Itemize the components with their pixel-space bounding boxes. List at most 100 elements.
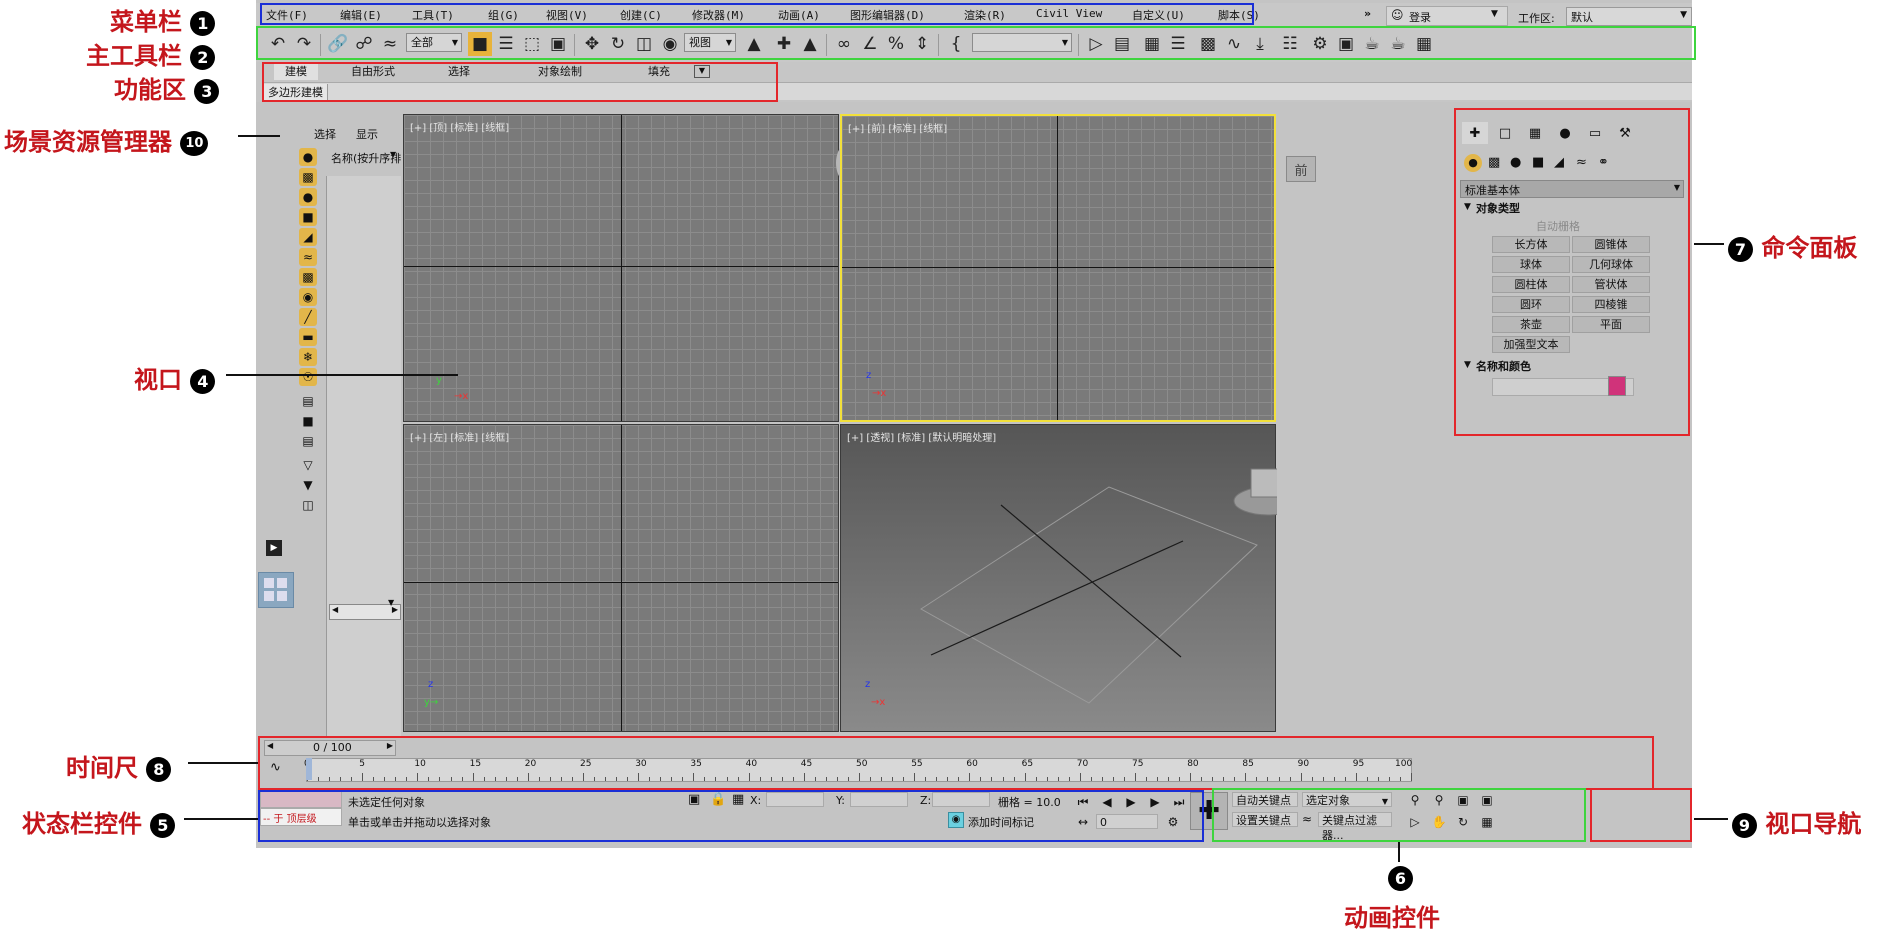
annotation-number: 2 (190, 45, 216, 70)
annotation-text: 场景资源管理器 (4, 127, 172, 156)
layout-cell (277, 591, 287, 601)
grid-axis-x (842, 267, 1274, 268)
viewport-label[interactable]: [+] [前] [标准] [线框] (848, 120, 947, 135)
annotation-text: 主工具栏 (86, 41, 182, 70)
annotation-text: 动画控件 (1344, 903, 1440, 932)
perspective-grid (920, 468, 1277, 704)
annotation-text: 视口导航 (1765, 809, 1862, 838)
annotation-number: 10 (180, 131, 209, 156)
chevron-down-icon: ▼ (1491, 9, 1498, 19)
layout-cell (277, 578, 287, 588)
viewcube[interactable]: 前 (1286, 156, 1316, 182)
workspace-label: 工作区: (1518, 12, 1555, 25)
light-filter-icon[interactable]: ● (299, 188, 317, 206)
viewport-left[interactable]: [+] [左] [标准] [线框] 左 z y→ (403, 424, 878, 732)
annotation-number: 8 (146, 757, 172, 782)
viewport-navigation-highlight (1590, 788, 1692, 842)
display-none-icon[interactable]: ■ (299, 412, 317, 430)
menu-expand-button[interactable]: » (1364, 7, 1371, 20)
display-invert-icon[interactable]: ▤ (299, 432, 317, 450)
layout-cell (264, 578, 274, 588)
login-dropdown[interactable]: ☺ 登录 ▼ (1386, 6, 1508, 26)
space-warp-filter-icon[interactable]: ≈ (299, 248, 317, 266)
annotation-text: 视口 (134, 365, 182, 394)
camera-filter-icon[interactable]: ■ (299, 208, 317, 226)
annotation-scene-explorer: 场景资源管理器 10 (4, 122, 209, 157)
grid-axis-y (621, 425, 622, 731)
scene-explorer: 选择 显示 ▼ ● ▩ ● ■ ◢ ≈ ▩ ◉ ╱ ▬ ❄ ☉ ▤ ■ ▤ ▽ … (258, 114, 402, 736)
annotation-leader-line (1398, 842, 1400, 862)
axis-tripod-icon: z (865, 679, 871, 690)
menu-bar-highlight (260, 3, 1254, 25)
annotation-leader-line (184, 818, 258, 820)
annotation-leader-line (188, 762, 258, 764)
annotation-text: 功能区 (114, 75, 186, 104)
explorer-tab-display[interactable]: 显示 (356, 126, 378, 142)
annotation-number: 7 (1728, 237, 1753, 262)
frozen-filter-icon[interactable]: ❄ (299, 348, 317, 366)
viewport-label[interactable]: [+] [顶] [标准] [线框] (410, 119, 509, 134)
command-panel-highlight (1454, 108, 1690, 436)
toolbar-highlight (256, 26, 1696, 60)
annotation-viewport: 视口 4 (134, 360, 216, 395)
annotation-text: 命令面板 (1761, 233, 1858, 262)
annotation-number: 9 (1732, 813, 1757, 838)
group-filter-icon[interactable]: ▩ (299, 268, 317, 286)
viewport-perspective[interactable]: [+] [透视] [标准] [默认明暗处理] z →x (840, 424, 1277, 732)
chevron-down-icon[interactable]: ▼ (388, 598, 394, 607)
viewport-top[interactable]: [+] [顶] [标准] [线框] 上 y →x (403, 114, 896, 422)
annotation-time-slider: 时间尺 8 (66, 748, 172, 783)
annotation-main-toolbar: 主工具栏 2 (86, 36, 216, 71)
animation-controls-highlight (1212, 788, 1586, 842)
axis-tripod-icon: z (428, 679, 434, 690)
user-icon: ☺ (1391, 8, 1404, 22)
bone-filter-icon[interactable]: ╱ (299, 308, 317, 326)
viewport-layout-icon[interactable] (258, 572, 294, 608)
annotation-number: 1 (190, 11, 216, 36)
container-filter-icon[interactable]: ▬ (299, 328, 317, 346)
annotation-number: 5 (150, 813, 176, 838)
chevron-left-icon[interactable]: ◀ (332, 605, 338, 614)
explorer-filter-column: ● ▩ ● ■ ◢ ≈ ▩ ◉ ╱ ▬ ❄ ☉ ▤ ■ ▤ ▽ ▼ ◫ (296, 148, 324, 708)
shape-filter-icon[interactable]: ▩ (299, 168, 317, 186)
time-slider-highlight (258, 736, 1654, 790)
workspace-select[interactable]: 默认 ▼ (1566, 7, 1692, 26)
filter-icon[interactable]: ▼ (299, 476, 317, 494)
annotation-leader-line (1694, 818, 1728, 820)
viewport-label[interactable]: [+] [左] [标准] [线框] (410, 429, 509, 444)
login-label: 登录 (1409, 11, 1431, 24)
annotation-number: 6 (1388, 866, 1413, 891)
annotation-menu-bar: 菜单栏 1 (110, 2, 216, 37)
layer-icon[interactable]: ◫ (299, 496, 317, 514)
chevron-down-icon: ▼ (1680, 10, 1687, 20)
workspace-value: 默认 (1571, 11, 1593, 24)
axis-tripod-icon: →x (454, 391, 469, 402)
filter-toggle-icon[interactable]: ▽ (299, 456, 317, 474)
hidden-filter-icon[interactable]: ☉ (299, 368, 317, 386)
annotation-text: 状态栏控件 (22, 809, 142, 838)
explorer-tab-select[interactable]: 选择 (314, 126, 336, 142)
layout-cell (264, 591, 274, 601)
annotation-status-bar: 状态栏控件 5 (22, 804, 176, 839)
helper-filter-icon[interactable]: ◢ (299, 228, 317, 246)
annotation-ribbon: 功能区 3 (114, 70, 220, 105)
display-all-icon[interactable]: ▤ (299, 392, 317, 410)
axis-tripod-icon: →x (871, 697, 886, 708)
play-explorer-icon[interactable]: ▶ (266, 540, 282, 556)
xref-filter-icon[interactable]: ◉ (299, 288, 317, 306)
explorer-list[interactable]: 名称(按升序排 ◀ ▶ (326, 152, 401, 736)
annotation-number: 3 (194, 79, 220, 104)
annotation-number: 4 (190, 369, 216, 394)
axis-tripod-icon: y (436, 375, 442, 386)
geometry-filter-icon[interactable]: ● (299, 148, 317, 166)
axis-tripod-icon: y→ (424, 697, 439, 708)
annotation-leader-line (238, 135, 280, 137)
grid-axis-y (621, 115, 622, 421)
explorer-column-header[interactable]: 名称(按升序排 (331, 150, 401, 166)
annotation-text: 时间尺 (66, 753, 138, 782)
viewport-front[interactable]: [+] [前] [标准] [线框] 前 z →x (840, 114, 1316, 422)
ribbon-highlight (262, 62, 778, 102)
annotation-text: 菜单栏 (110, 7, 182, 36)
axis-tripod-icon: →x (872, 388, 887, 399)
annotation-number-6: 6 (1388, 862, 1413, 891)
